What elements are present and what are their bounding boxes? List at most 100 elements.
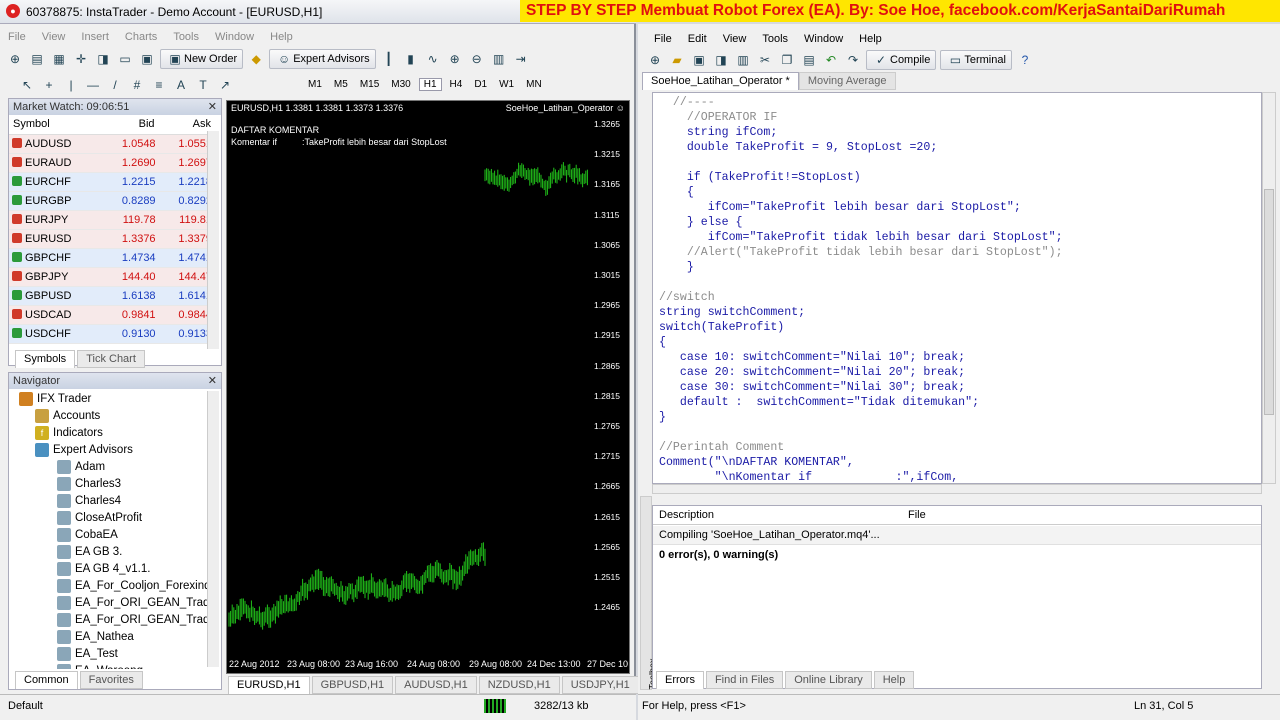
trendline-icon[interactable]: / [106,76,124,94]
nav-expert-item[interactable]: EA GB 4_v1.1. [57,562,150,576]
market-watch-row[interactable]: USDCHF 0.9130 0.9133 [9,324,215,344]
timeframe-h4[interactable]: H4 [446,79,467,90]
help-icon[interactable]: ? [1016,51,1034,69]
close-icon[interactable]: ✕ [208,99,217,115]
editor-menu-window[interactable]: Window [796,33,851,45]
timeframe-m15[interactable]: M15 [356,79,383,90]
redo-icon[interactable]: ↷ [844,51,862,69]
tab-moving-average[interactable]: Moving Average [798,72,896,90]
bar-chart-icon[interactable]: ┃ [380,50,398,68]
nav-expert-item[interactable]: Adam [57,460,105,474]
nav-indicators[interactable]: f Indicators [35,426,103,440]
label-icon[interactable]: T [194,76,212,94]
market-watch-icon[interactable]: ▦ [50,50,68,68]
tab-symbols[interactable]: Symbols [15,350,76,368]
tester-icon[interactable]: ▣ [138,50,156,68]
editor-menu-file[interactable]: File [646,33,680,45]
editor-menu-edit[interactable]: Edit [680,33,715,45]
nav-expert-item[interactable]: Charles4 [57,494,121,508]
toolbox-row[interactable]: 0 error(s), 0 warning(s) [653,546,1261,565]
timeframe-mn[interactable]: MN [522,79,546,90]
terminal-icon[interactable]: ▭ [116,50,134,68]
fibonacci-icon[interactable]: ≡ [150,76,168,94]
code-vscrollbar[interactable] [1262,92,1276,484]
editor-menu-tools[interactable]: Tools [754,33,796,45]
toolbox-tab[interactable]: Help [873,671,915,689]
horizontal-line-icon[interactable]: — [84,76,102,94]
nav-expert-item[interactable]: EA GB 3. [57,545,122,559]
timeframe-w1[interactable]: W1 [495,79,518,90]
market-watch-row[interactable]: GBPUSD 1.6138 1.6141 [9,286,215,306]
col-file[interactable]: File [908,509,926,521]
nav-expert-item[interactable]: CobaEA [57,528,118,542]
chart-tab[interactable]: USDJPY,H1 [561,676,639,694]
tab-tick-chart[interactable]: Tick Chart [77,350,145,368]
metaeditor-icon[interactable]: ◆ [247,50,265,68]
chart-shift-icon[interactable]: ⇥ [512,50,530,68]
menu-view[interactable]: View [34,31,74,43]
crosshair-icon[interactable]: + [40,76,58,94]
timeframe-m1[interactable]: M1 [304,79,326,90]
market-watch-row[interactable]: USDCAD 0.9841 0.9844 [9,305,215,325]
menu-window[interactable]: Window [207,31,262,43]
chart-tab[interactable]: GBPUSD,H1 [311,676,394,694]
nav-root[interactable]: IFX Trader [19,392,91,406]
nav-expert-item[interactable]: EA_For_Cooljon_Forexindo [57,579,207,593]
tab-favorites[interactable]: Favorites [79,671,143,689]
chart-tab[interactable]: EURUSD,H1 [228,676,310,694]
market-watch-row[interactable]: EURAUD 1.2690 1.2697 [9,153,215,173]
market-watch-row[interactable]: EURGBP 0.8289 0.8292 [9,191,215,211]
data-window-icon[interactable]: ✛ [72,50,90,68]
menu-file[interactable]: File [0,31,34,43]
market-watch-row[interactable]: EURUSD 1.3376 1.3379 [9,229,215,249]
menu-help[interactable]: Help [262,31,301,43]
market-watch-row[interactable]: AUDUSD 1.0548 1.0551 [9,134,215,154]
tile-windows-icon[interactable]: ▥ [490,50,508,68]
navigator-icon[interactable]: ◨ [712,51,730,69]
menu-tools[interactable]: Tools [165,31,207,43]
nav-expert-item[interactable]: CloseAtProfit [57,511,142,525]
price-chart[interactable]: EURUSD,H1 1.3381 1.3381 1.3373 1.3376 So… [226,100,630,674]
new-order-button[interactable]: ▣ New Order [160,49,244,69]
open-folder-icon[interactable]: ▰ [668,51,686,69]
paste-icon[interactable]: ▤ [800,51,818,69]
market-watch-row[interactable]: GBPCHF 1.4734 1.4741 [9,248,215,268]
timeframe-m5[interactable]: M5 [330,79,352,90]
toolbox-tab[interactable]: Errors [656,671,704,689]
chart-tab[interactable]: AUDUSD,H1 [395,676,477,694]
market-watch-row[interactable]: EURJPY 119.78 119.81 [9,210,215,230]
scroll-thumb[interactable] [1264,189,1274,415]
nav-expert-item[interactable]: Charles3 [57,477,121,491]
vertical-line-icon[interactable]: | [62,76,80,94]
nav-expert-item[interactable]: EA_For_ORI_GEAN_Tradin [57,613,207,627]
col-bid[interactable]: Bid [102,115,159,135]
navigator-scrollbar[interactable] [207,391,219,667]
nav-expert-item[interactable]: EA_Test [57,647,118,661]
code-editor[interactable]: //---- //OPERATOR IF string ifCom; doubl… [652,92,1262,484]
terminal-button[interactable]: ▭ Terminal [940,50,1012,70]
market-watch-row[interactable]: EURCHF 1.2215 1.2218 [9,172,215,192]
new-file-icon[interactable]: ⊕ [646,51,664,69]
cut-icon[interactable]: ✂ [756,51,774,69]
nav-expert-item[interactable]: EA_Waroeng [57,664,143,669]
toolbox-tab[interactable]: Online Library [785,671,872,689]
save-icon[interactable]: ▣ [690,51,708,69]
toolbox-row[interactable]: Compiling 'SoeHoe_Latihan_Operator.mq4'.… [653,526,1261,545]
chart-tab[interactable]: NZDUSD,H1 [478,676,560,694]
nav-expert-advisors[interactable]: Expert Advisors [35,443,133,457]
code-hscrollbar[interactable] [652,484,1262,494]
channel-icon[interactable]: # [128,76,146,94]
editor-menu-help[interactable]: Help [851,33,890,45]
tab-common[interactable]: Common [15,671,78,689]
new-chart-icon[interactable]: ⊕ [6,50,24,68]
timeframe-m30[interactable]: M30 [387,79,414,90]
copy-icon[interactable]: ❐ [778,51,796,69]
expert-advisors-button[interactable]: ☺ Expert Advisors [269,49,376,69]
profiles-icon[interactable]: ▤ [28,50,46,68]
zoom-in-icon[interactable]: ⊕ [446,50,464,68]
nav-expert-item[interactable]: EA_Nathea [57,630,134,644]
menu-insert[interactable]: Insert [73,31,117,43]
timeframe-h1[interactable]: H1 [418,78,442,91]
compile-button[interactable]: ✓ Compile [866,50,937,70]
arrows-icon[interactable]: ↗ [216,76,234,94]
